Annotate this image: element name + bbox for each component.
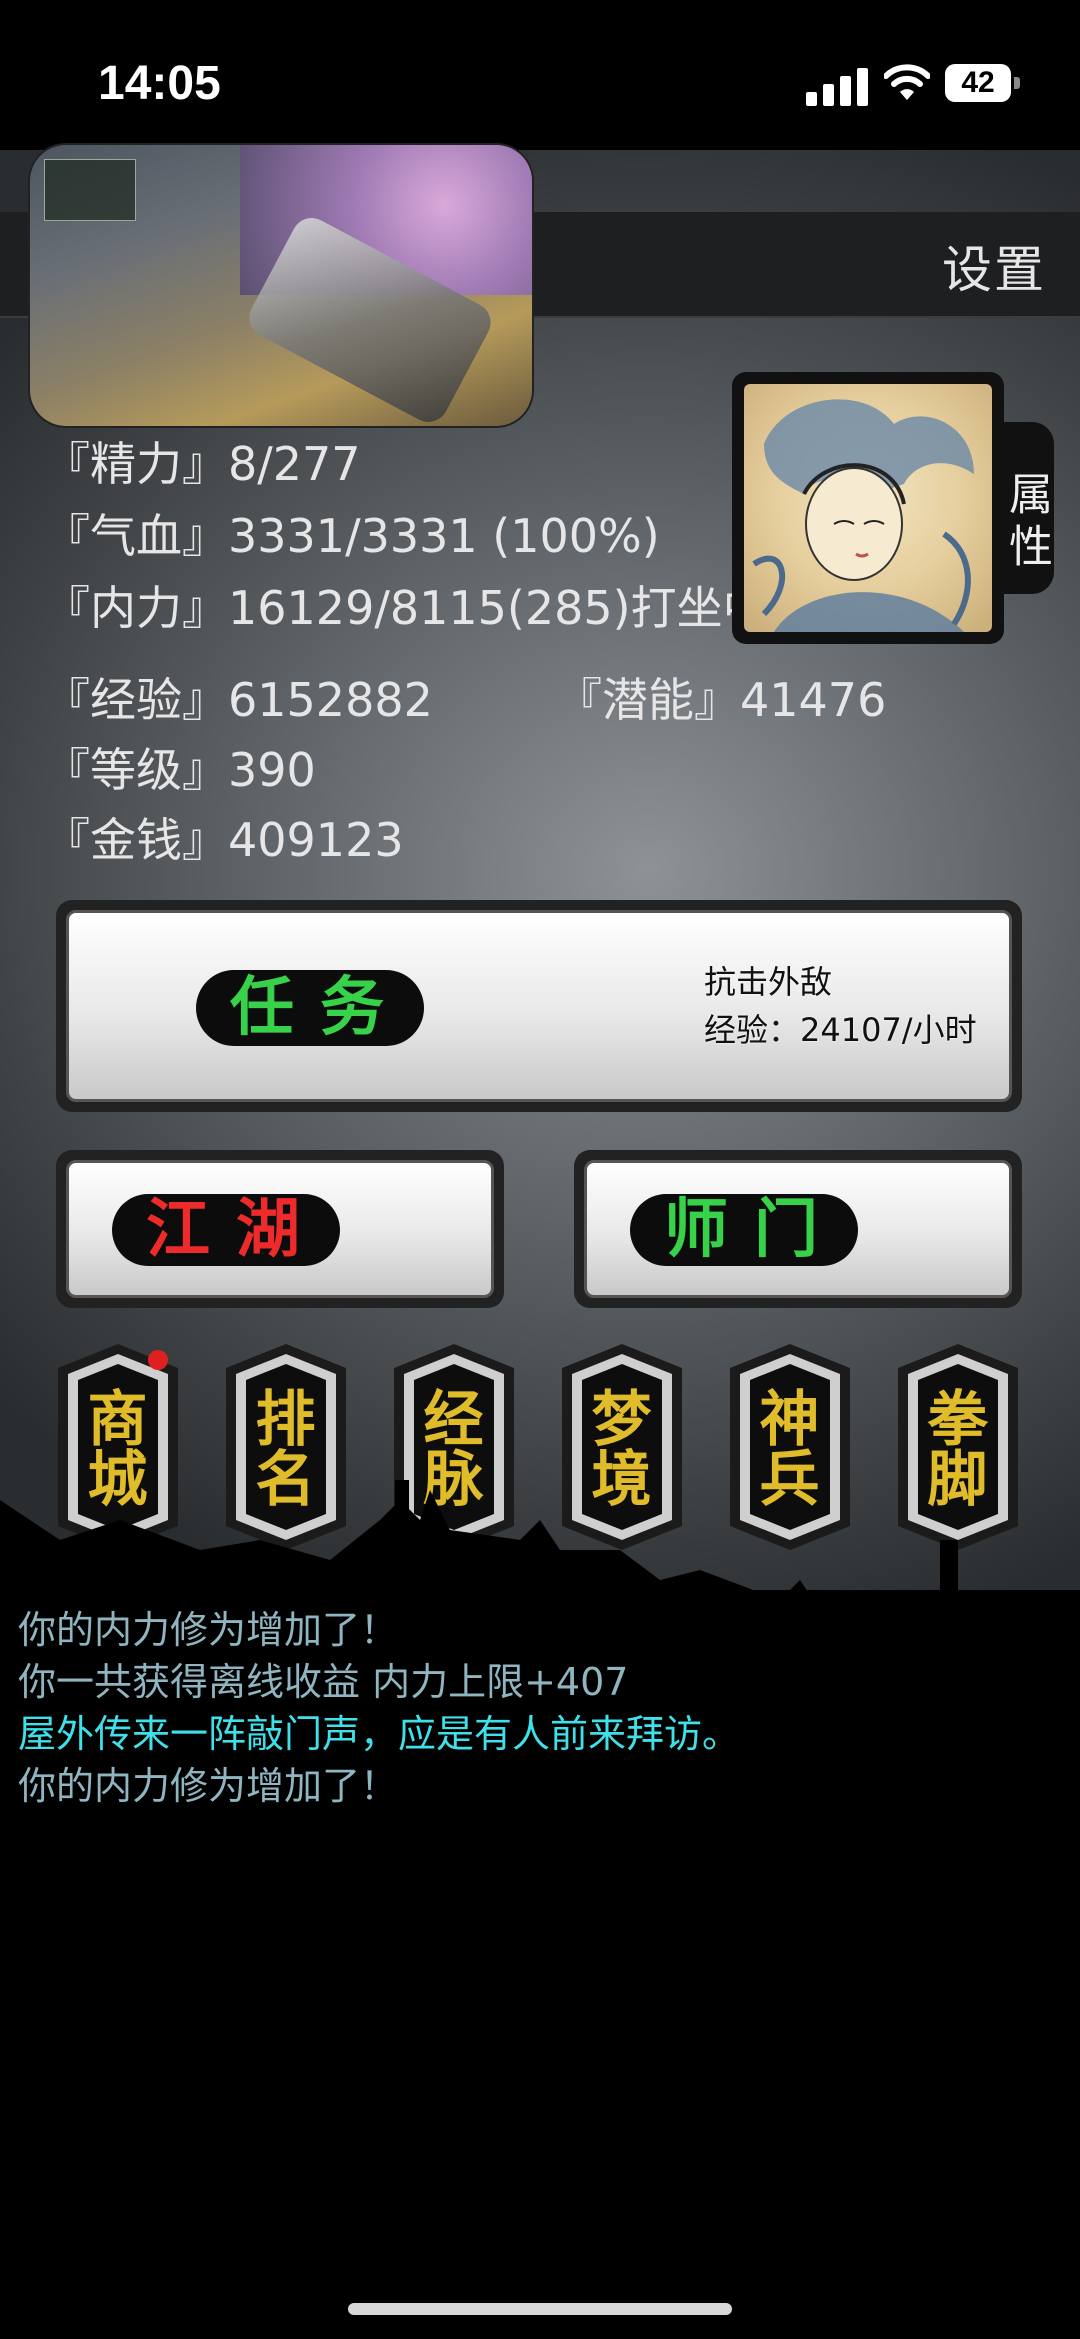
- stat-money: 『金钱』409123: [44, 813, 404, 867]
- stat-exp: 『经验』6152882: [44, 673, 433, 727]
- quest-button[interactable]: 任务: [196, 970, 424, 1046]
- quest-name: 抗击外敌: [704, 963, 833, 1001]
- battery-icon: 42: [945, 64, 1023, 104]
- home-indicator[interactable]: [348, 2303, 732, 2315]
- jianghu-button[interactable]: 江湖: [112, 1194, 340, 1266]
- stat-hp: 『气血』3331/3331 (100%): [44, 509, 660, 563]
- status-bar: 14:05 42: [0, 0, 1080, 150]
- sect-panel[interactable]: 师门: [574, 1150, 1022, 1308]
- pip-minimap: [44, 159, 136, 221]
- battery-level: 42: [945, 64, 1011, 102]
- stat-inner-power: 『内力』16129/8115(285)打坐中: [44, 581, 732, 635]
- attributes-tab[interactable]: 属性: [998, 422, 1054, 594]
- log-line: 你一共获得离线收益 内力上限+407: [18, 1660, 629, 1704]
- shop-notification-badge: [148, 1350, 168, 1370]
- quest-exp-rate: 经验：24107/小时: [704, 1011, 977, 1049]
- stat-potential: 『潜能』41476: [556, 673, 887, 727]
- settings-button[interactable]: 设置: [942, 230, 1046, 302]
- signal-icon: [806, 66, 870, 106]
- wifi-icon: [883, 62, 931, 102]
- character-portrait[interactable]: [732, 372, 1004, 644]
- message-log: 你的内力修为增加了！ 你一共获得离线收益 内力上限+407 屋外传来一阵敲门声，…: [18, 1604, 1068, 1812]
- jianghu-panel[interactable]: 江湖: [56, 1150, 504, 1308]
- stat-level: 『等级』390: [44, 743, 316, 797]
- pip-video-overlay[interactable]: [30, 145, 532, 426]
- portrait-image: [744, 384, 992, 632]
- sect-button[interactable]: 师门: [630, 1194, 858, 1266]
- log-line: 你的内力修为增加了！: [18, 1608, 399, 1652]
- quest-info: 抗击外敌 经验：24107/小时: [704, 958, 977, 1054]
- quest-panel[interactable]: 任务 抗击外敌 经验：24107/小时: [56, 900, 1022, 1112]
- stat-energy: 『精力』8/277: [44, 437, 361, 491]
- status-time: 14:05: [98, 57, 221, 110]
- log-line: 屋外传来一阵敲门声，应是有人前来拜访。: [18, 1712, 741, 1756]
- log-line: 你的内力修为增加了！: [18, 1764, 399, 1808]
